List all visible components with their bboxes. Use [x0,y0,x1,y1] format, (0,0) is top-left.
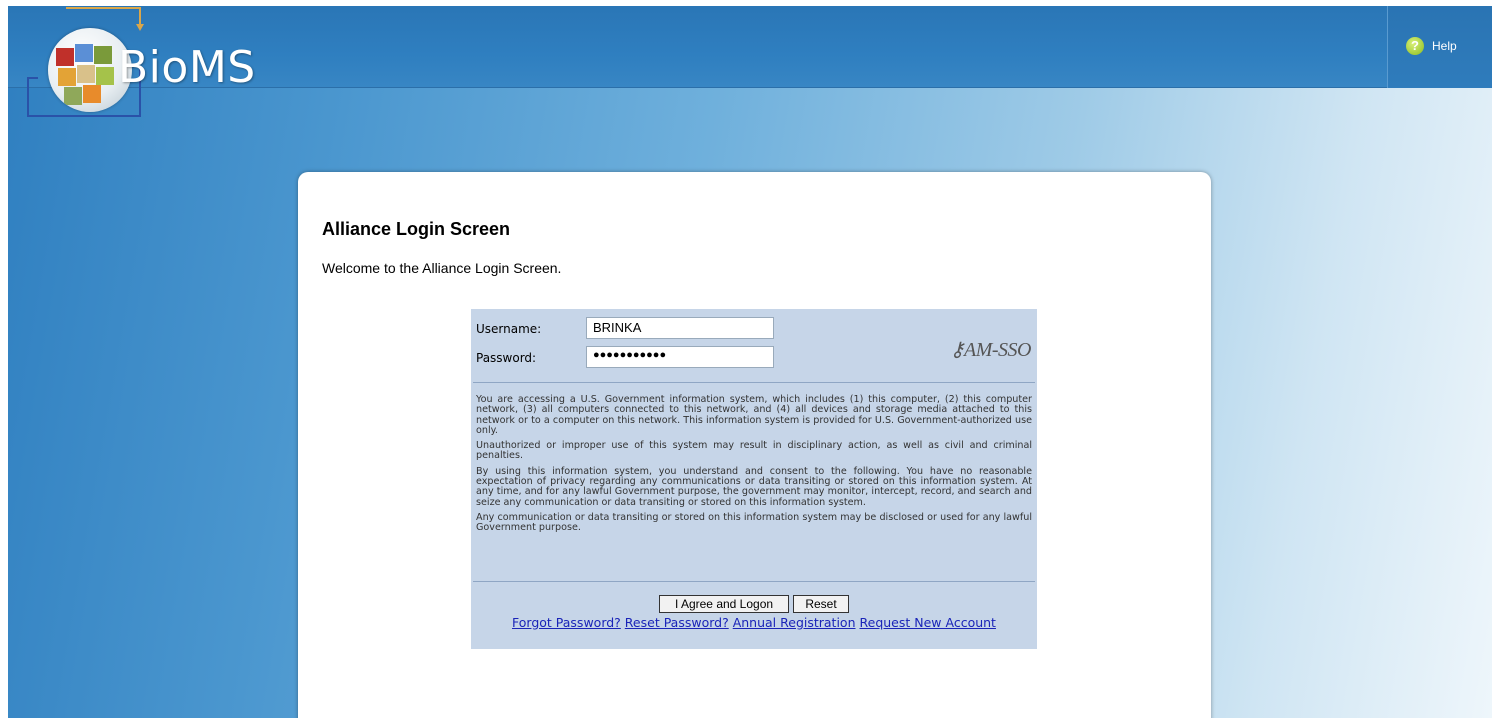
page-title: Alliance Login Screen [322,219,511,239]
username-input[interactable]: BRINKA [586,317,774,339]
security-notice: You are accessing a U.S. Government info… [476,394,1032,539]
forgot-password-link[interactable]: Forgot Password? [512,615,621,630]
agree-and-logon-button[interactable]: I Agree and Logon [659,595,789,613]
amsso-logo: ⚷AM-SSO [949,337,1032,362]
username-label: Username: [476,322,542,336]
notice-paragraph: Unauthorized or improper use of this sys… [476,440,1032,462]
page-background: BioMS ? Help Alliance Login Screen Welco… [8,6,1492,718]
account-links: Forgot Password? Reset Password? Annual … [471,615,1037,630]
reset-password-link[interactable]: Reset Password? [625,615,729,630]
question-icon: ? [1406,37,1424,55]
login-form: Username: BRINKA Password: ●●●●●●●●●●● ⚷… [471,309,1037,649]
login-panel: Alliance Login Screen Welcome to the All… [298,172,1211,718]
divider [473,382,1035,383]
password-label: Password: [476,351,537,365]
notice-paragraph: By using this information system, you un… [476,465,1032,508]
key-icon: ⚷ [949,339,965,361]
request-new-account-link[interactable]: Request New Account [860,615,996,630]
welcome-text: Welcome to the Alliance Login Screen. [322,260,562,276]
reset-button[interactable]: Reset [793,595,849,613]
help-button[interactable]: ? Help [1387,6,1492,88]
annual-registration-link[interactable]: Annual Registration [733,615,856,630]
password-input[interactable]: ●●●●●●●●●●● [586,346,774,368]
amsso-brand: AM-SSO [964,339,1031,361]
bioms-logo[interactable]: BioMS [18,6,318,121]
logo-text: BioMS [118,42,256,93]
help-label: Help [1432,39,1457,53]
notice-paragraph: You are accessing a U.S. Government info… [476,394,1032,436]
divider [473,581,1035,582]
notice-paragraph: Any communication or data transiting or … [476,511,1032,534]
